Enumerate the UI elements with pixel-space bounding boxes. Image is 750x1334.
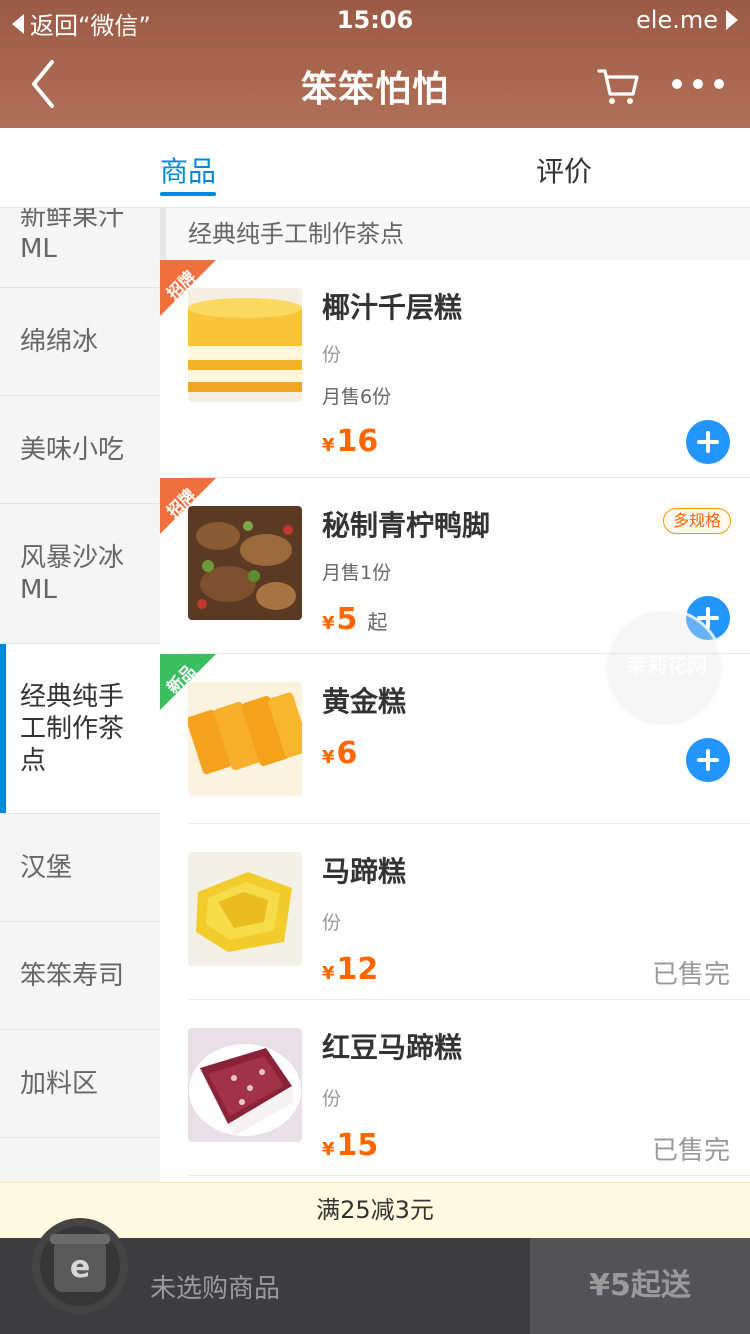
- cart-box-lid: [50, 1234, 110, 1244]
- cart-icon[interactable]: [596, 64, 640, 108]
- status-carrier-label: ele.me: [636, 6, 718, 34]
- watermark-logo: 茉莉花网: [604, 608, 724, 728]
- goods-price: ¥ 16: [322, 424, 378, 459]
- price-amount: 15: [336, 1128, 379, 1163]
- goods-monthly-sales: 月售6份: [322, 386, 392, 408]
- goods-name: 红豆马蹄糕: [322, 1031, 463, 1064]
- cart-empty-text: 未选购商品: [150, 1274, 281, 1304]
- category-sidebar[interactable]: 新鲜果汁ML 绵绵冰 美味小吃 风暴沙冰ML 经典纯手工制作茶点 汉堡 笨笨寿司…: [0, 208, 160, 1238]
- eleme-logo-icon: e: [69, 1250, 91, 1285]
- tab-goods[interactable]: 商品: [160, 150, 217, 196]
- header: 返回“微信” 15:06 ele.me 笨笨怕怕: [0, 0, 750, 128]
- promo-banner: 满25减3元: [0, 1182, 750, 1238]
- sidebar-item-label: 新鲜果汁ML: [20, 208, 125, 264]
- currency-symbol: ¥: [322, 1139, 335, 1160]
- ribbon-new: 新品: [160, 654, 216, 710]
- tab-reviews[interactable]: 评价: [536, 150, 592, 190]
- more-dot: [693, 79, 703, 89]
- tab-bar: 商品 评价: [0, 128, 750, 208]
- status-carrier[interactable]: ele.me: [636, 6, 738, 34]
- tab-reviews-label: 评价: [536, 155, 593, 188]
- ribbon-hot: 招牌: [160, 478, 216, 534]
- goods-image[interactable]: [188, 852, 302, 966]
- sidebar-item-addons[interactable]: 加料区: [0, 1030, 160, 1138]
- goods-name: 黄金糕: [322, 685, 407, 718]
- sidebar-item-burger[interactable]: 汉堡: [0, 814, 160, 922]
- cart-logo-icon[interactable]: e: [32, 1218, 128, 1314]
- sidebar-item-dim-sum[interactable]: 经典纯手工制作茶点: [0, 644, 160, 814]
- currency-symbol: ¥: [322, 435, 335, 456]
- price-amount: 5: [336, 602, 358, 637]
- sold-out-label: 已售完: [651, 960, 730, 990]
- more-dot: [672, 79, 682, 89]
- sidebar-item-snacks[interactable]: 美味小吃: [0, 396, 160, 504]
- goods-name: 秘制青柠鸭脚: [322, 509, 491, 542]
- goods-image[interactable]: [188, 1028, 302, 1142]
- tab-active-indicator: [160, 192, 216, 196]
- sidebar-item-sushi[interactable]: 笨笨寿司: [0, 922, 160, 1030]
- checkout-button[interactable]: ¥5起送: [530, 1238, 750, 1334]
- goods-item[interactable]: 马蹄糕 份 ¥ 12 已售完: [160, 824, 750, 1000]
- price-from-label: 起: [367, 610, 388, 634]
- forward-triangle-icon: [726, 10, 738, 30]
- nav-bar: 笨笨怕怕: [0, 40, 750, 128]
- goods-item[interactable]: 红豆马蹄糕 份 ¥ 15 已售完: [160, 1000, 750, 1176]
- currency-symbol: ¥: [322, 613, 335, 634]
- goods-price: ¥ 12: [322, 952, 378, 987]
- watermark-text: 茉莉花网: [627, 653, 707, 677]
- sidebar-item-label: 经典纯手工制作茶点: [20, 681, 125, 776]
- goods-name: 椰汁千层糕: [322, 291, 463, 324]
- price-amount: 16: [336, 424, 379, 459]
- add-to-cart-button[interactable]: [686, 420, 730, 464]
- goods-unit: 份: [322, 1088, 342, 1110]
- goods-price: ¥ 5 起: [322, 602, 387, 637]
- goods-unit: 份: [322, 912, 342, 934]
- currency-symbol: ¥: [322, 747, 335, 768]
- price-amount: 6: [336, 736, 358, 771]
- tab-goods-label: 商品: [160, 155, 217, 188]
- sidebar-item-juice[interactable]: 新鲜果汁ML: [0, 208, 160, 288]
- sidebar-item-label: 汉堡: [20, 852, 73, 883]
- sold-out-label: 已售完: [651, 1136, 730, 1166]
- sidebar-active-indicator: [0, 644, 6, 813]
- sidebar-item-label: 加料区: [20, 1068, 99, 1099]
- sidebar-item-label: 绵绵冰: [20, 326, 99, 357]
- goods-price: ¥ 6: [322, 736, 357, 771]
- goods-unit: 份: [322, 344, 342, 366]
- ribbon-hot: 招牌: [160, 260, 216, 316]
- sidebar-item-label: 美味小吃: [20, 434, 125, 465]
- goods-item[interactable]: 招牌 椰汁千层糕 份 月售6份 ¥ 16: [160, 260, 750, 478]
- sidebar-item-label: 风暴沙冰ML: [20, 542, 125, 605]
- more-dot: [714, 79, 724, 89]
- add-to-cart-button[interactable]: [686, 738, 730, 782]
- sidebar-item-smoothie[interactable]: 风暴沙冰ML: [0, 504, 160, 644]
- sidebar-item-label: 笨笨寿司: [20, 960, 125, 991]
- cart-bar: e 未选购商品 ¥5起送: [0, 1218, 750, 1334]
- section-title: 经典纯手工制作茶点: [160, 208, 750, 260]
- price-amount: 12: [336, 952, 379, 987]
- item-divider: [188, 1175, 750, 1176]
- goods-name: 马蹄糕: [322, 855, 407, 888]
- sidebar-item-mianmian-ice[interactable]: 绵绵冰: [0, 288, 160, 396]
- status-bar: 返回“微信” 15:06 ele.me: [0, 0, 750, 40]
- cart-box: e: [50, 1234, 110, 1292]
- goods-monthly-sales: 月售1份: [322, 562, 392, 584]
- currency-symbol: ¥: [322, 963, 335, 984]
- more-icon[interactable]: [672, 72, 724, 96]
- goods-price: ¥ 15: [322, 1128, 378, 1163]
- multi-spec-badge: 多规格: [663, 508, 731, 534]
